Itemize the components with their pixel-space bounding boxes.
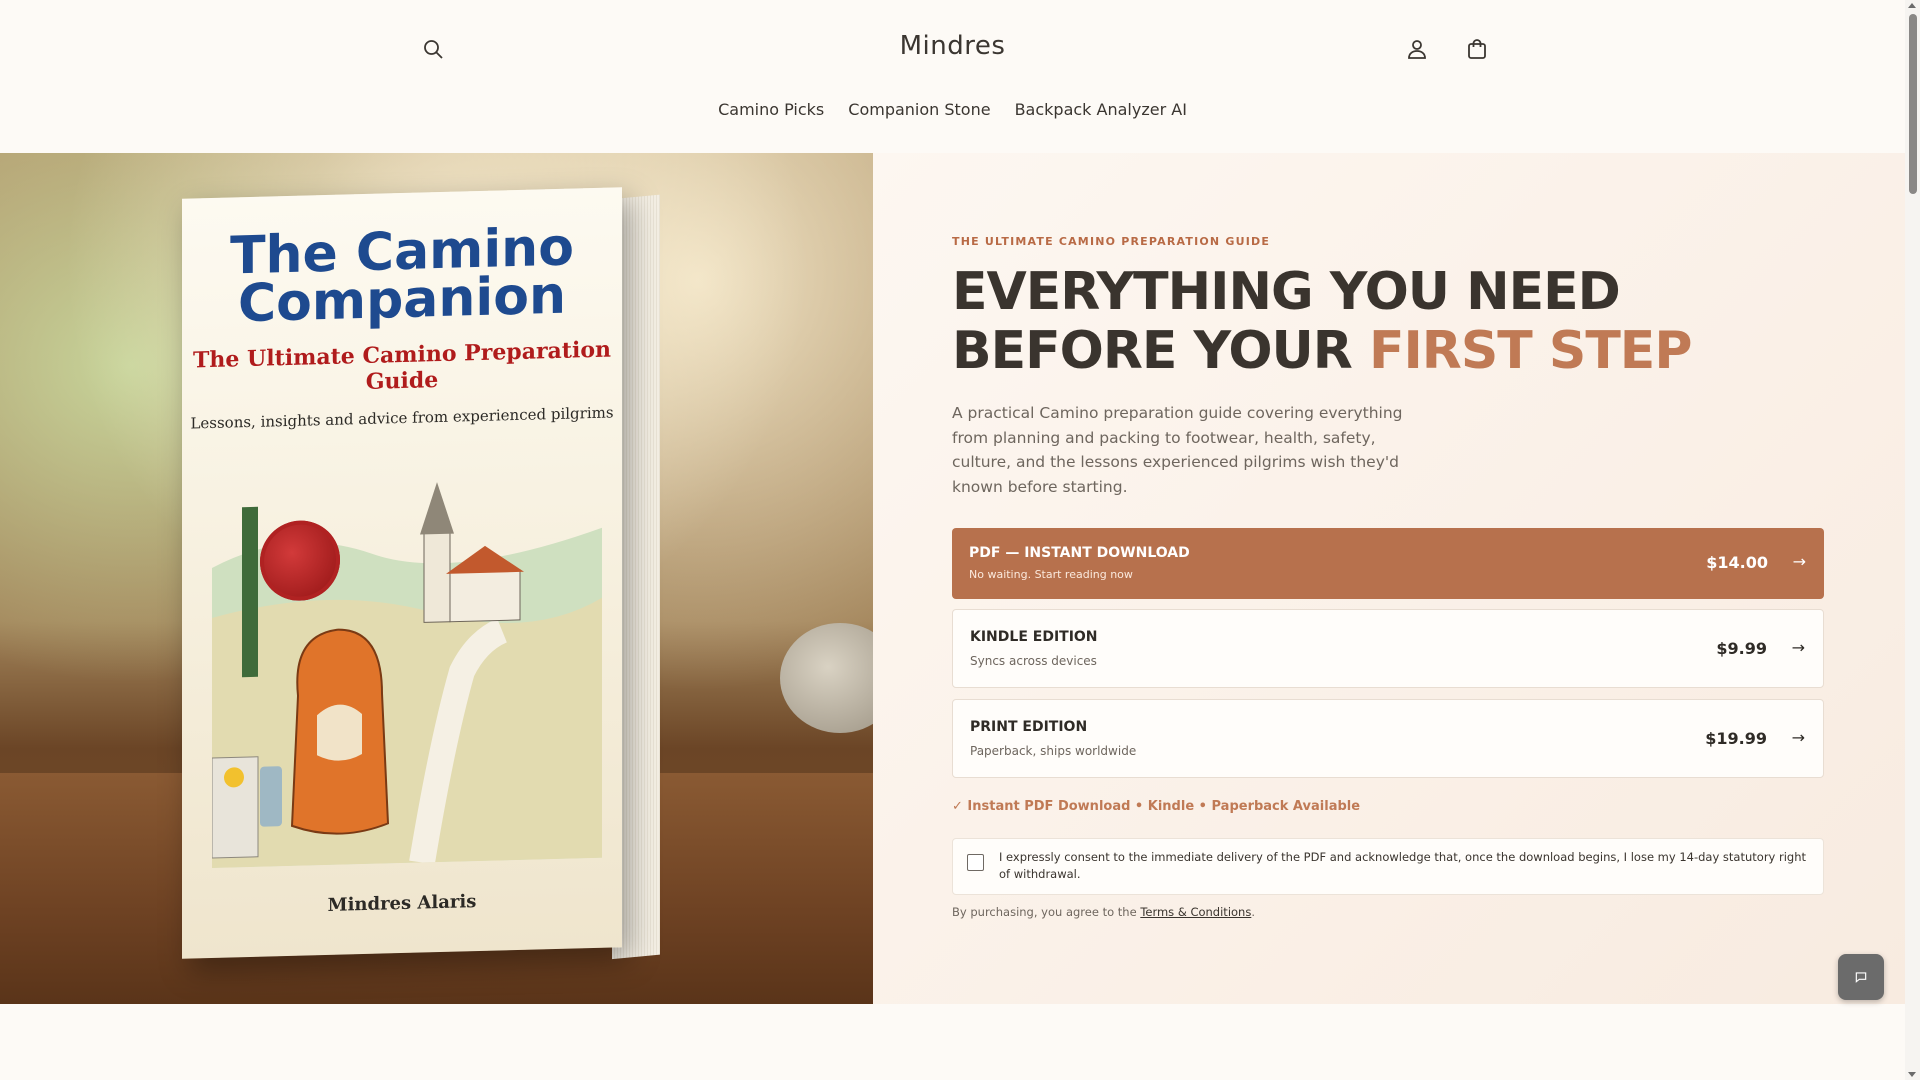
pdf-option-button[interactable]: PDF — INSTANT DOWNLOAD No waiting. Start… bbox=[952, 528, 1824, 599]
product-eyebrow: THE ULTIMATE CAMINO PREPARATION GUIDE bbox=[952, 235, 1271, 248]
main-nav: Camino Picks Companion Stone Backpack An… bbox=[0, 100, 1905, 119]
cover-author: Mindres Alaris bbox=[327, 891, 477, 916]
kindle-option-button[interactable]: KINDLE EDITION Syncs across devices $9.9… bbox=[952, 609, 1824, 688]
book-cover: The Camino Companion The Ultimate Camino… bbox=[182, 187, 622, 959]
nav-backpack-analyzer[interactable]: Backpack Analyzer AI bbox=[1015, 100, 1187, 119]
consent-checkbox[interactable] bbox=[967, 854, 984, 871]
option-subtitle: Paperback, ships worldwide bbox=[970, 744, 1137, 758]
account-button[interactable] bbox=[1397, 29, 1437, 69]
cover-tagline: Lessons, insights and advice from experi… bbox=[190, 403, 614, 433]
arrow-right-icon: → bbox=[1792, 552, 1806, 571]
product-panel: THE ULTIMATE CAMINO PREPARATION GUIDE EV… bbox=[873, 153, 1905, 1004]
scroll-up-arrow[interactable] bbox=[1908, 3, 1916, 8]
brand-logo[interactable]: Mindres bbox=[0, 31, 1905, 61]
option-subtitle: Syncs across devices bbox=[970, 654, 1097, 668]
nav-companion-stone[interactable]: Companion Stone bbox=[848, 100, 990, 119]
scrollbar[interactable] bbox=[1905, 0, 1920, 1080]
option-title: PDF — INSTANT DOWNLOAD bbox=[969, 545, 1190, 561]
nav-camino-picks[interactable]: Camino Picks bbox=[718, 100, 824, 119]
product-image: The Camino Companion The Ultimate Camino… bbox=[0, 153, 873, 1004]
option-price: $14.00 bbox=[1706, 553, 1768, 572]
product-description: A practical Camino preparation guide cov… bbox=[952, 404, 1403, 496]
cover-title: The Camino Companion bbox=[230, 217, 574, 335]
availability-note: ✓ Instant PDF Download • Kindle • Paperb… bbox=[952, 799, 1361, 814]
option-title: PRINT EDITION bbox=[970, 719, 1088, 735]
print-option-button[interactable]: PRINT EDITION Paperback, ships worldwide… bbox=[952, 699, 1824, 778]
next-section bbox=[0, 1004, 1905, 1080]
cart-button[interactable] bbox=[1457, 29, 1497, 69]
site-header: Mindres Camino Picks Companion Stone Bac… bbox=[0, 0, 1905, 153]
terms-suffix: . bbox=[1251, 905, 1255, 919]
terms-prefix: By purchasing, you agree to the bbox=[952, 905, 1141, 919]
user-icon bbox=[1408, 40, 1426, 59]
chat-button[interactable] bbox=[1838, 954, 1884, 1000]
consent-text: I expressly consent to the immediate del… bbox=[999, 850, 1807, 881]
scrollbar-thumb[interactable] bbox=[1909, 14, 1917, 194]
shopping-bag-icon bbox=[1468, 39, 1486, 59]
cover-illustration bbox=[212, 482, 602, 868]
cover-subtitle: The Ultimate Camino Preparation Guide bbox=[193, 336, 611, 395]
option-title: KINDLE EDITION bbox=[970, 629, 1098, 645]
arrow-right-icon: → bbox=[1791, 728, 1805, 747]
option-price: $19.99 bbox=[1705, 729, 1767, 748]
book-mockup: The Camino Companion The Ultimate Camino… bbox=[182, 187, 660, 960]
headline-accent: FIRST STEP bbox=[1368, 321, 1692, 381]
option-subtitle: No waiting. Start reading now bbox=[969, 568, 1133, 581]
terms-link[interactable]: Terms & Conditions bbox=[1140, 905, 1251, 919]
chat-icon bbox=[1855, 972, 1867, 983]
consent-box: I expressly consent to the immediate del… bbox=[952, 838, 1824, 895]
arrow-right-icon: → bbox=[1791, 638, 1805, 657]
scroll-down-arrow[interactable] bbox=[1908, 1072, 1916, 1077]
terms-note: By purchasing, you agree to the Terms & … bbox=[952, 905, 1255, 919]
product-headline: EVERYTHING YOU NEED BEFORE YOUR FIRST ST… bbox=[952, 263, 1812, 381]
option-price: $9.99 bbox=[1716, 639, 1767, 658]
